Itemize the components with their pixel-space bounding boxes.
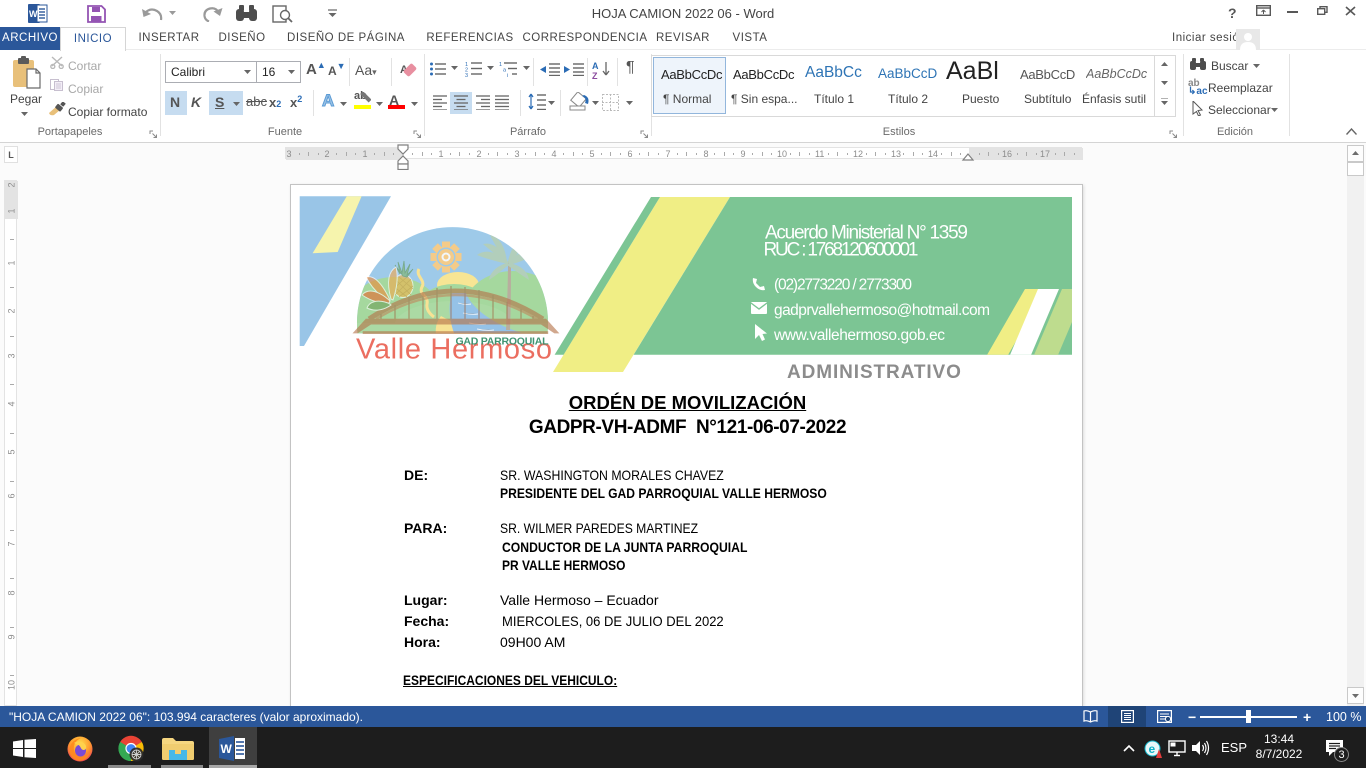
svg-text:A: A (592, 61, 599, 71)
svg-text:www.vallehermoso.gob.ec: www.vallehermoso.gob.ec (773, 327, 945, 344)
svg-text:1: 1 (499, 62, 502, 68)
svg-text:(02)2773220 / 2773300: (02)2773220 / 2773300 (774, 277, 912, 294)
svg-text:gadprvallehermoso@hotmail.com: gadprvallehermoso@hotmail.com (774, 302, 990, 319)
svg-text:W: W (221, 742, 233, 756)
svg-text:Z: Z (592, 71, 598, 80)
svg-text:i: i (507, 73, 508, 77)
svg-text:3: 3 (465, 73, 468, 77)
svg-text:RUC : 1768120600001: RUC : 1768120600001 (764, 240, 919, 261)
svg-text:GAD PARROQUIAL: GAD PARROQUIAL (456, 336, 550, 348)
svg-text:W: W (29, 9, 38, 19)
svg-text:e: e (1149, 742, 1156, 756)
